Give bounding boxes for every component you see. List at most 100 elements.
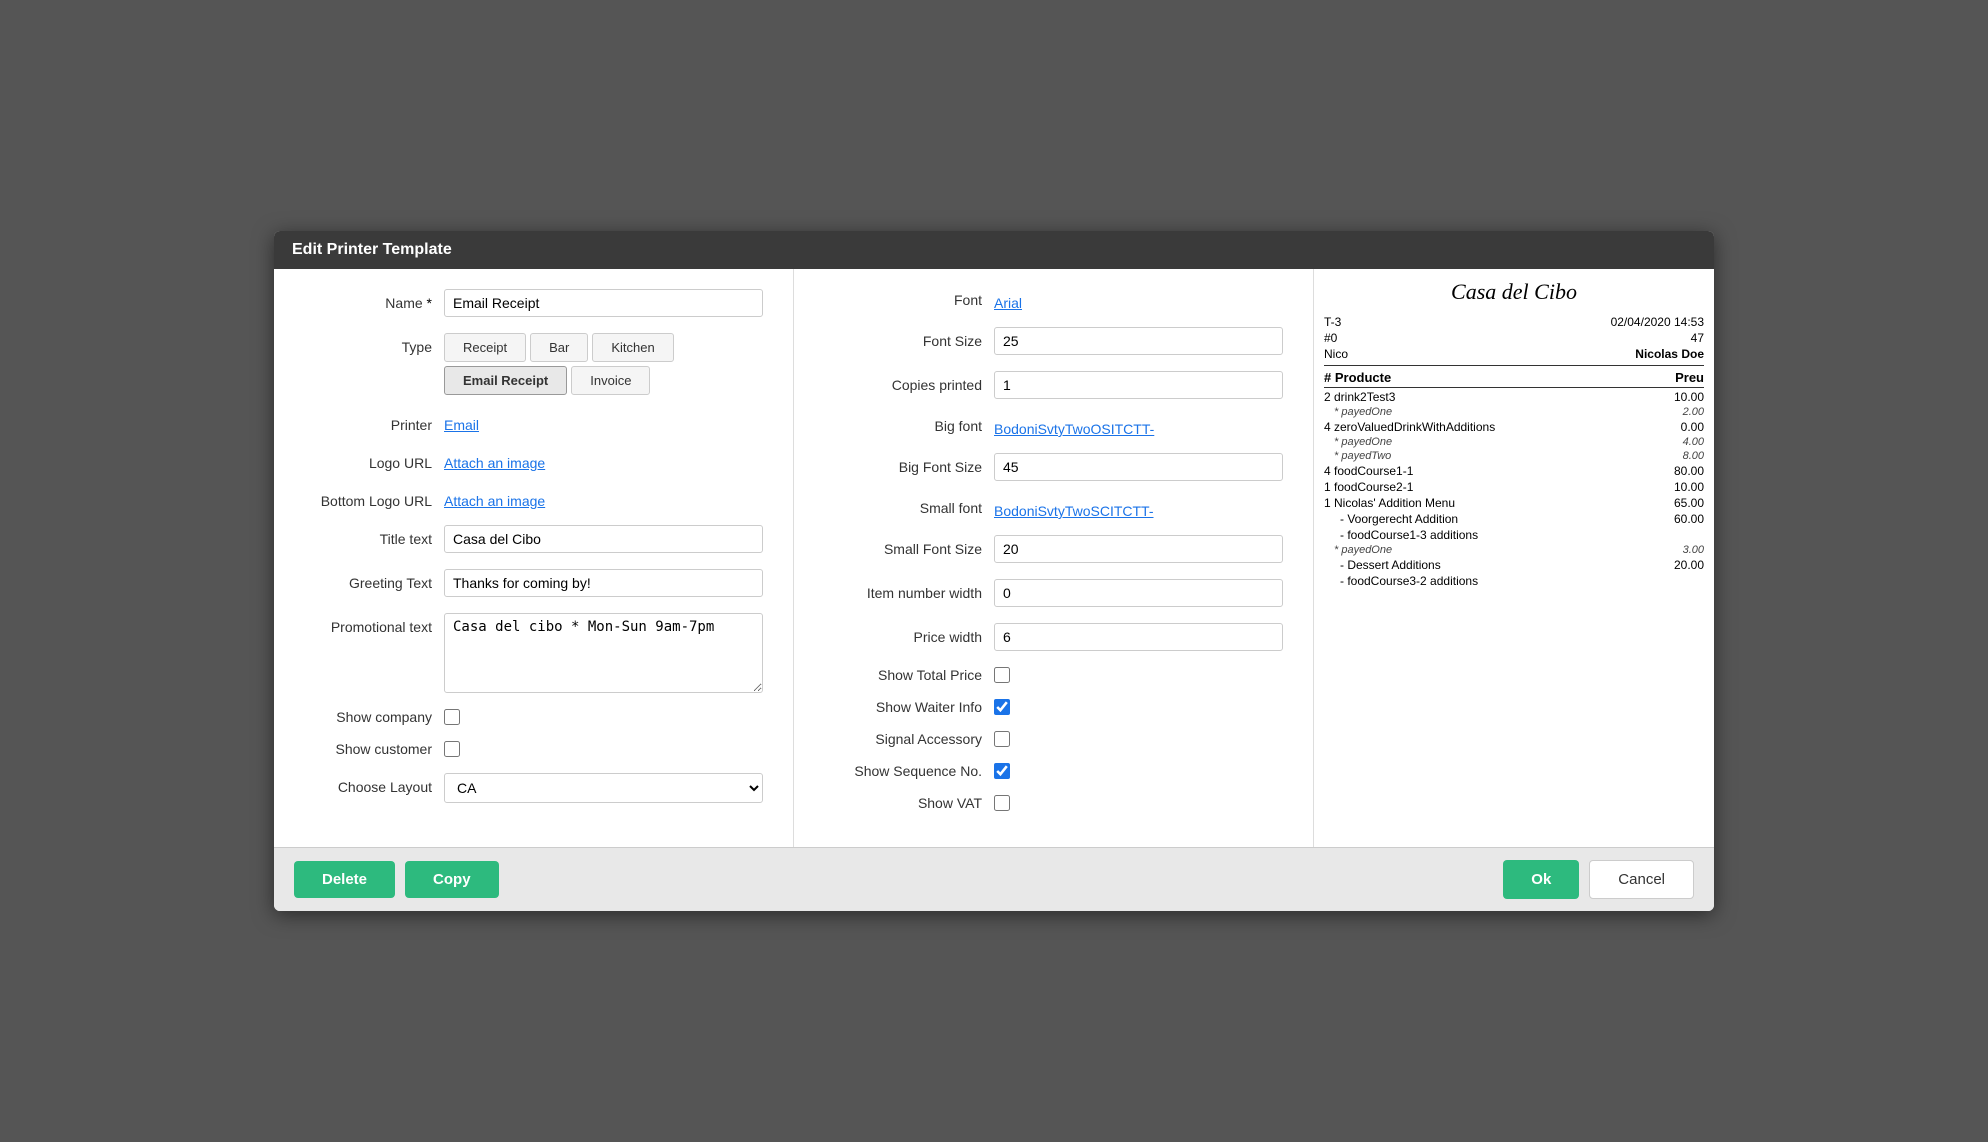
show-waiter-info-checkbox[interactable] [994,699,1010,715]
name-input[interactable] [444,289,763,317]
font-row: Font Arial [824,289,1283,311]
price-width-label: Price width [824,629,994,645]
show-vat-label: Show VAT [824,795,994,811]
col-price: Preu [1675,370,1704,385]
item-price: 10.00 [1674,480,1704,494]
receipt-waiter: Nico [1324,347,1348,361]
printer-row: Printer Email [304,411,763,433]
small-font-link[interactable]: BodoniSvtyTwoSCITCTT- [994,497,1154,519]
show-company-label: Show company [304,709,444,725]
show-customer-checkbox[interactable] [444,741,460,757]
list-item: 1 Nicolas' Addition Menu65.00 [1324,496,1704,510]
edit-printer-template-dialog: Edit Printer Template Name Type Receipt … [274,231,1714,911]
greeting-text-input[interactable] [444,569,763,597]
receipt-table: T-3 [1324,315,1341,329]
type-row: Type Receipt Bar Kitchen Email Receipt I… [304,333,763,395]
promotional-text-label: Promotional text [304,613,444,635]
price-width-row: Price width [824,623,1283,651]
copy-button[interactable]: Copy [405,861,499,898]
ok-button[interactable]: Ok [1503,860,1579,899]
item-price: 80.00 [1674,464,1704,478]
big-font-link[interactable]: BodoniSvtyTwoOSITCTT- [994,415,1154,437]
item-name: 1 foodCourse2-1 [1324,480,1413,494]
item-price: 0.00 [1681,420,1704,434]
show-vat-row: Show VAT [824,795,1283,811]
item-number-width-input[interactable] [994,579,1283,607]
printer-link[interactable]: Email [444,411,479,433]
item-number-width-label: Item number width [824,585,994,601]
small-font-label: Small font [824,500,994,516]
item-name: - Dessert Additions [1340,558,1441,572]
font-link[interactable]: Arial [994,289,1022,311]
item-name: * payedOne [1334,436,1392,448]
receipt-waiter-val: Nicolas Doe [1635,347,1704,361]
type-btn-receipt[interactable]: Receipt [444,333,526,362]
left-panel: Name Type Receipt Bar Kitchen Email Rece… [274,269,794,847]
small-font-row: Small font BodoniSvtyTwoSCITCTT- [824,497,1283,519]
copies-printed-input[interactable] [994,371,1283,399]
list-item: 1 foodCourse2-1 10.00 [1324,480,1704,494]
name-row: Name [304,289,763,317]
type-btn-kitchen[interactable]: Kitchen [592,333,673,362]
receipt-divider-top [1324,365,1704,366]
signal-accessory-checkbox[interactable] [994,731,1010,747]
list-item: * payedTwo8.00 [1324,450,1704,462]
delete-button[interactable]: Delete [294,861,395,898]
font-size-input[interactable] [994,327,1283,355]
small-font-size-row: Small Font Size [824,535,1283,563]
font-size-row: Font Size [824,327,1283,355]
list-item: - Dessert Additions20.00 [1324,558,1704,572]
show-customer-label: Show customer [304,741,444,757]
show-total-price-label: Show Total Price [824,667,994,683]
footer-left-actions: Delete Copy [294,861,499,898]
list-item: * payedOne2.00 [1324,406,1704,418]
name-label: Name [304,289,444,311]
show-total-price-checkbox[interactable] [994,667,1010,683]
show-sequence-no-checkbox[interactable] [994,763,1010,779]
type-btn-bar[interactable]: Bar [530,333,588,362]
show-company-checkbox[interactable] [444,709,460,725]
type-row-2: Email Receipt Invoice [444,366,674,395]
item-name: - foodCourse1-3 additions [1340,528,1478,542]
dialog-footer: Delete Copy Ok Cancel [274,847,1714,911]
show-waiter-info-label: Show Waiter Info [824,699,994,715]
item-price: 3.00 [1683,544,1704,556]
big-font-label: Big font [824,418,994,434]
show-sequence-no-label: Show Sequence No. [824,763,994,779]
price-width-input[interactable] [994,623,1283,651]
show-company-row: Show company [304,709,763,725]
promotional-text-row: Promotional text Casa del cibo * Mon-Sun… [304,613,763,693]
list-item: 4 foodCourse1-180.00 [1324,464,1704,478]
title-text-input[interactable] [444,525,763,553]
choose-layout-row: Choose Layout CA EU US [304,773,763,803]
type-btn-invoice[interactable]: Invoice [571,366,650,395]
dialog-body: Name Type Receipt Bar Kitchen Email Rece… [274,269,1714,847]
choose-layout-select[interactable]: CA EU US [444,773,763,803]
greeting-text-row: Greeting Text [304,569,763,597]
big-font-size-input[interactable] [994,453,1283,481]
cancel-button[interactable]: Cancel [1589,860,1694,899]
receipt-col-headers: # Producte Preu [1324,370,1704,388]
dialog-header: Edit Printer Template [274,231,1714,269]
item-name: * payedOne [1334,544,1392,556]
list-item: - foodCourse3-2 additions [1324,574,1704,588]
list-item: 4 zeroValuedDrinkWithAdditions 0.00 [1324,420,1704,434]
show-customer-row: Show customer [304,741,763,757]
font-label: Font [824,292,994,308]
type-btn-email-receipt[interactable]: Email Receipt [444,366,567,395]
col-product: # Producte [1324,370,1391,385]
item-price: 60.00 [1674,512,1704,526]
bottom-logo-url-link[interactable]: Attach an image [444,487,545,509]
choose-layout-label: Choose Layout [304,773,444,795]
small-font-size-input[interactable] [994,535,1283,563]
type-buttons: Receipt Bar Kitchen Email Receipt Invoic… [444,333,674,395]
item-number-width-row: Item number width [824,579,1283,607]
show-vat-checkbox[interactable] [994,795,1010,811]
item-price: 8.00 [1683,450,1704,462]
item-price: 4.00 [1683,436,1704,448]
item-name: 4 zeroValuedDrinkWithAdditions [1324,420,1495,434]
logo-url-label: Logo URL [304,449,444,471]
signal-accessory-row: Signal Accessory [824,731,1283,747]
promotional-text-input[interactable]: Casa del cibo * Mon-Sun 9am-7pm [444,613,763,693]
logo-url-link[interactable]: Attach an image [444,449,545,471]
